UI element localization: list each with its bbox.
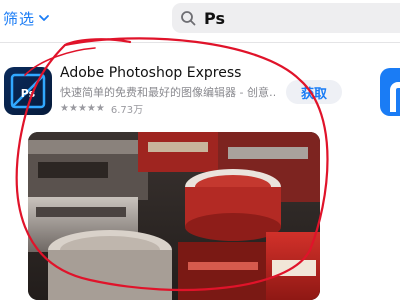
- chevron-down-icon: [39, 15, 49, 21]
- ps-logo-icon: Ps: [10, 73, 46, 109]
- app-screenshot-preview[interactable]: [28, 132, 320, 300]
- rating: ★ ★ ★ ★ ★ 6.73万: [60, 101, 143, 116]
- star-icon: ★: [95, 102, 105, 114]
- star-icon: ★: [60, 102, 69, 114]
- star-icon: ★: [77, 102, 87, 114]
- divider: [0, 42, 400, 43]
- get-button[interactable]: 获取: [286, 80, 342, 104]
- search-query: Ps: [204, 8, 225, 28]
- star-rating: ★ ★ ★ ★ ★: [60, 102, 105, 114]
- app-name[interactable]: Adobe Photoshop Express: [60, 65, 241, 81]
- photoshop-express-app-icon[interactable]: Ps: [4, 67, 52, 115]
- screenshot-image: [28, 132, 320, 300]
- app-subtitle: 快速简单的免费和最好的图像编辑器 - 创意…: [60, 86, 275, 99]
- star-icon: ★: [86, 102, 96, 114]
- search-field[interactable]: Ps: [172, 3, 400, 33]
- filter-label: 筛选: [3, 9, 36, 28]
- filter-button[interactable]: 筛选: [3, 7, 50, 29]
- next-app-icon[interactable]: [380, 68, 400, 116]
- star-icon: ★: [68, 102, 78, 114]
- rating-count: 6.73万: [110, 105, 144, 116]
- search-icon: [181, 11, 196, 26]
- ps-logo-text: Ps: [21, 87, 36, 100]
- top-bar: 筛选 Ps: [0, 0, 400, 38]
